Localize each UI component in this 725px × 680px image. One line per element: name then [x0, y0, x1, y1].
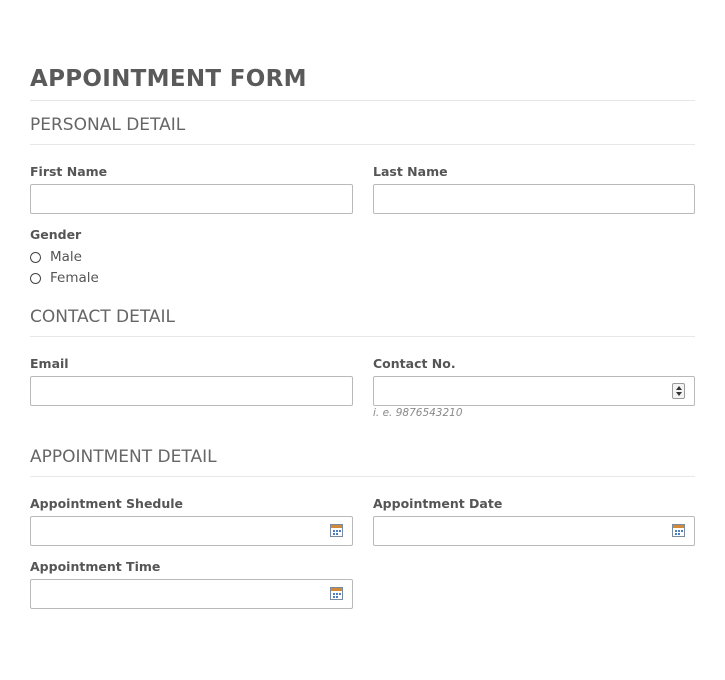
appointment-time-input[interactable]	[30, 579, 353, 609]
appointment-time-label: Appointment Time	[30, 559, 161, 574]
first-name-input[interactable]	[30, 184, 353, 214]
contact-number-hint: i. e. 9876543210	[373, 407, 463, 419]
appointment-date-input[interactable]	[373, 516, 695, 546]
calendar-icon[interactable]	[330, 524, 343, 537]
contact-number-input[interactable]	[373, 376, 695, 406]
section-heading-personal: PERSONAL DETAIL	[30, 112, 695, 145]
section-heading-contact: CONTACT DETAIL	[30, 304, 695, 337]
radio-male-label: Male	[50, 249, 82, 265]
spinner-up-icon[interactable]	[676, 386, 682, 390]
calendar-icon[interactable]	[672, 524, 685, 537]
last-name-input[interactable]	[373, 184, 695, 214]
last-name-label: Last Name	[373, 164, 448, 179]
first-name-label: First Name	[30, 164, 108, 179]
page-title: APPOINTMENT FORM	[30, 64, 695, 101]
gender-option-male[interactable]: Male	[30, 248, 82, 266]
appointment-date-label: Appointment Date	[373, 496, 503, 511]
spinner-down-icon[interactable]	[676, 392, 682, 396]
email-label: Email	[30, 356, 69, 371]
calendar-icon[interactable]	[330, 587, 343, 600]
radio-female-label: Female	[50, 270, 99, 286]
radio-female[interactable]	[30, 272, 41, 284]
gender-label: Gender	[30, 227, 82, 242]
contact-number-label: Contact No.	[373, 356, 456, 371]
email-input[interactable]	[30, 376, 353, 406]
gender-option-female[interactable]: Female	[30, 269, 99, 287]
number-spinner[interactable]	[672, 383, 685, 399]
radio-male[interactable]	[30, 251, 41, 263]
appointment-schedule-label: Appointment Shedule	[30, 496, 184, 511]
appointment-schedule-input[interactable]	[30, 516, 353, 546]
section-heading-appointment: APPOINTMENT DETAIL	[30, 444, 695, 477]
